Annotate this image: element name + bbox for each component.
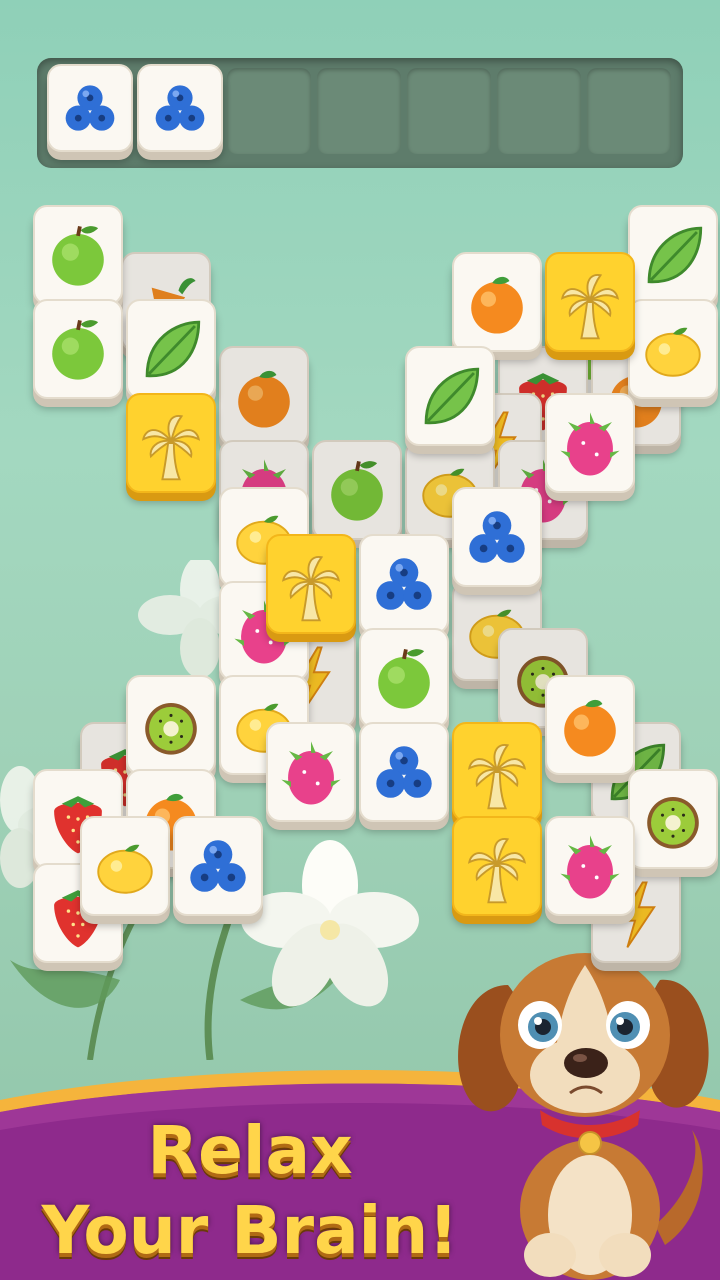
board-tile[interactable] [79,816,170,916]
palm-icon [141,415,201,481]
board-tile[interactable] [544,252,635,352]
board-tile[interactable] [544,816,635,916]
orange-icon [238,370,290,428]
board-tile[interactable] [628,299,718,399]
board-tile[interactable] [312,440,402,540]
tray-slot [407,68,491,154]
apple-icon [52,319,104,380]
blueberry-icon [375,558,432,610]
tray-slot [227,68,311,154]
board-tile[interactable] [544,393,635,493]
board-tile[interactable] [358,722,449,822]
board-tile[interactable] [126,299,216,399]
blueberry-icon [65,85,115,131]
board-tile[interactable] [451,252,542,352]
orange-icon [563,699,616,757]
game-board: Relax Your Brain! [0,0,720,1280]
banner-title-line2: Your Brain! [41,1192,459,1269]
board-tile[interactable] [405,346,495,446]
tray-slot [317,68,401,154]
board-tile[interactable] [628,205,718,305]
apple-icon [377,648,430,709]
dragonfruit-icon [559,835,620,899]
tray-tile [137,64,223,152]
tray-slot [587,68,671,154]
board-tile[interactable] [451,816,542,916]
tray-tile [47,64,133,152]
apple-icon [331,460,383,521]
leaf-icon [647,226,703,284]
board-tile[interactable] [33,299,123,399]
banner-title-line1: Relax [147,1112,353,1189]
leaf-icon [145,320,201,378]
palm-icon [560,274,619,340]
board-tile[interactable] [219,346,309,446]
blueberry-icon [468,511,525,563]
board-tile[interactable] [126,675,216,775]
board-tile[interactable] [172,816,263,916]
lemon-icon [645,327,701,377]
blueberry-icon [189,840,246,892]
board-tile[interactable] [451,722,542,822]
leaf-icon [424,367,480,425]
kiwi-icon [145,703,197,755]
dragonfruit-icon [559,412,620,476]
lemon-icon [96,844,153,894]
board-tile[interactable] [358,628,449,728]
palm-icon [281,556,340,622]
board-tile[interactable] [358,534,449,634]
board-tile[interactable] [265,534,356,634]
board-tile[interactable] [544,675,635,775]
apple-icon [52,225,104,286]
board-tile[interactable] [33,205,123,305]
board-tile[interactable] [451,487,542,587]
blueberry-icon [375,746,432,798]
tray-slot [497,68,581,154]
palm-icon [467,838,526,904]
board-tile[interactable] [265,722,356,822]
puppy-mascot [458,953,709,1280]
kiwi-icon [647,797,699,849]
blueberry-icon [155,85,205,131]
collection-tray [37,58,683,168]
orange-icon [470,276,523,334]
board-tile[interactable] [126,393,216,493]
dragonfruit-icon [280,741,341,805]
palm-icon [467,744,526,810]
board-tile[interactable] [628,769,718,869]
